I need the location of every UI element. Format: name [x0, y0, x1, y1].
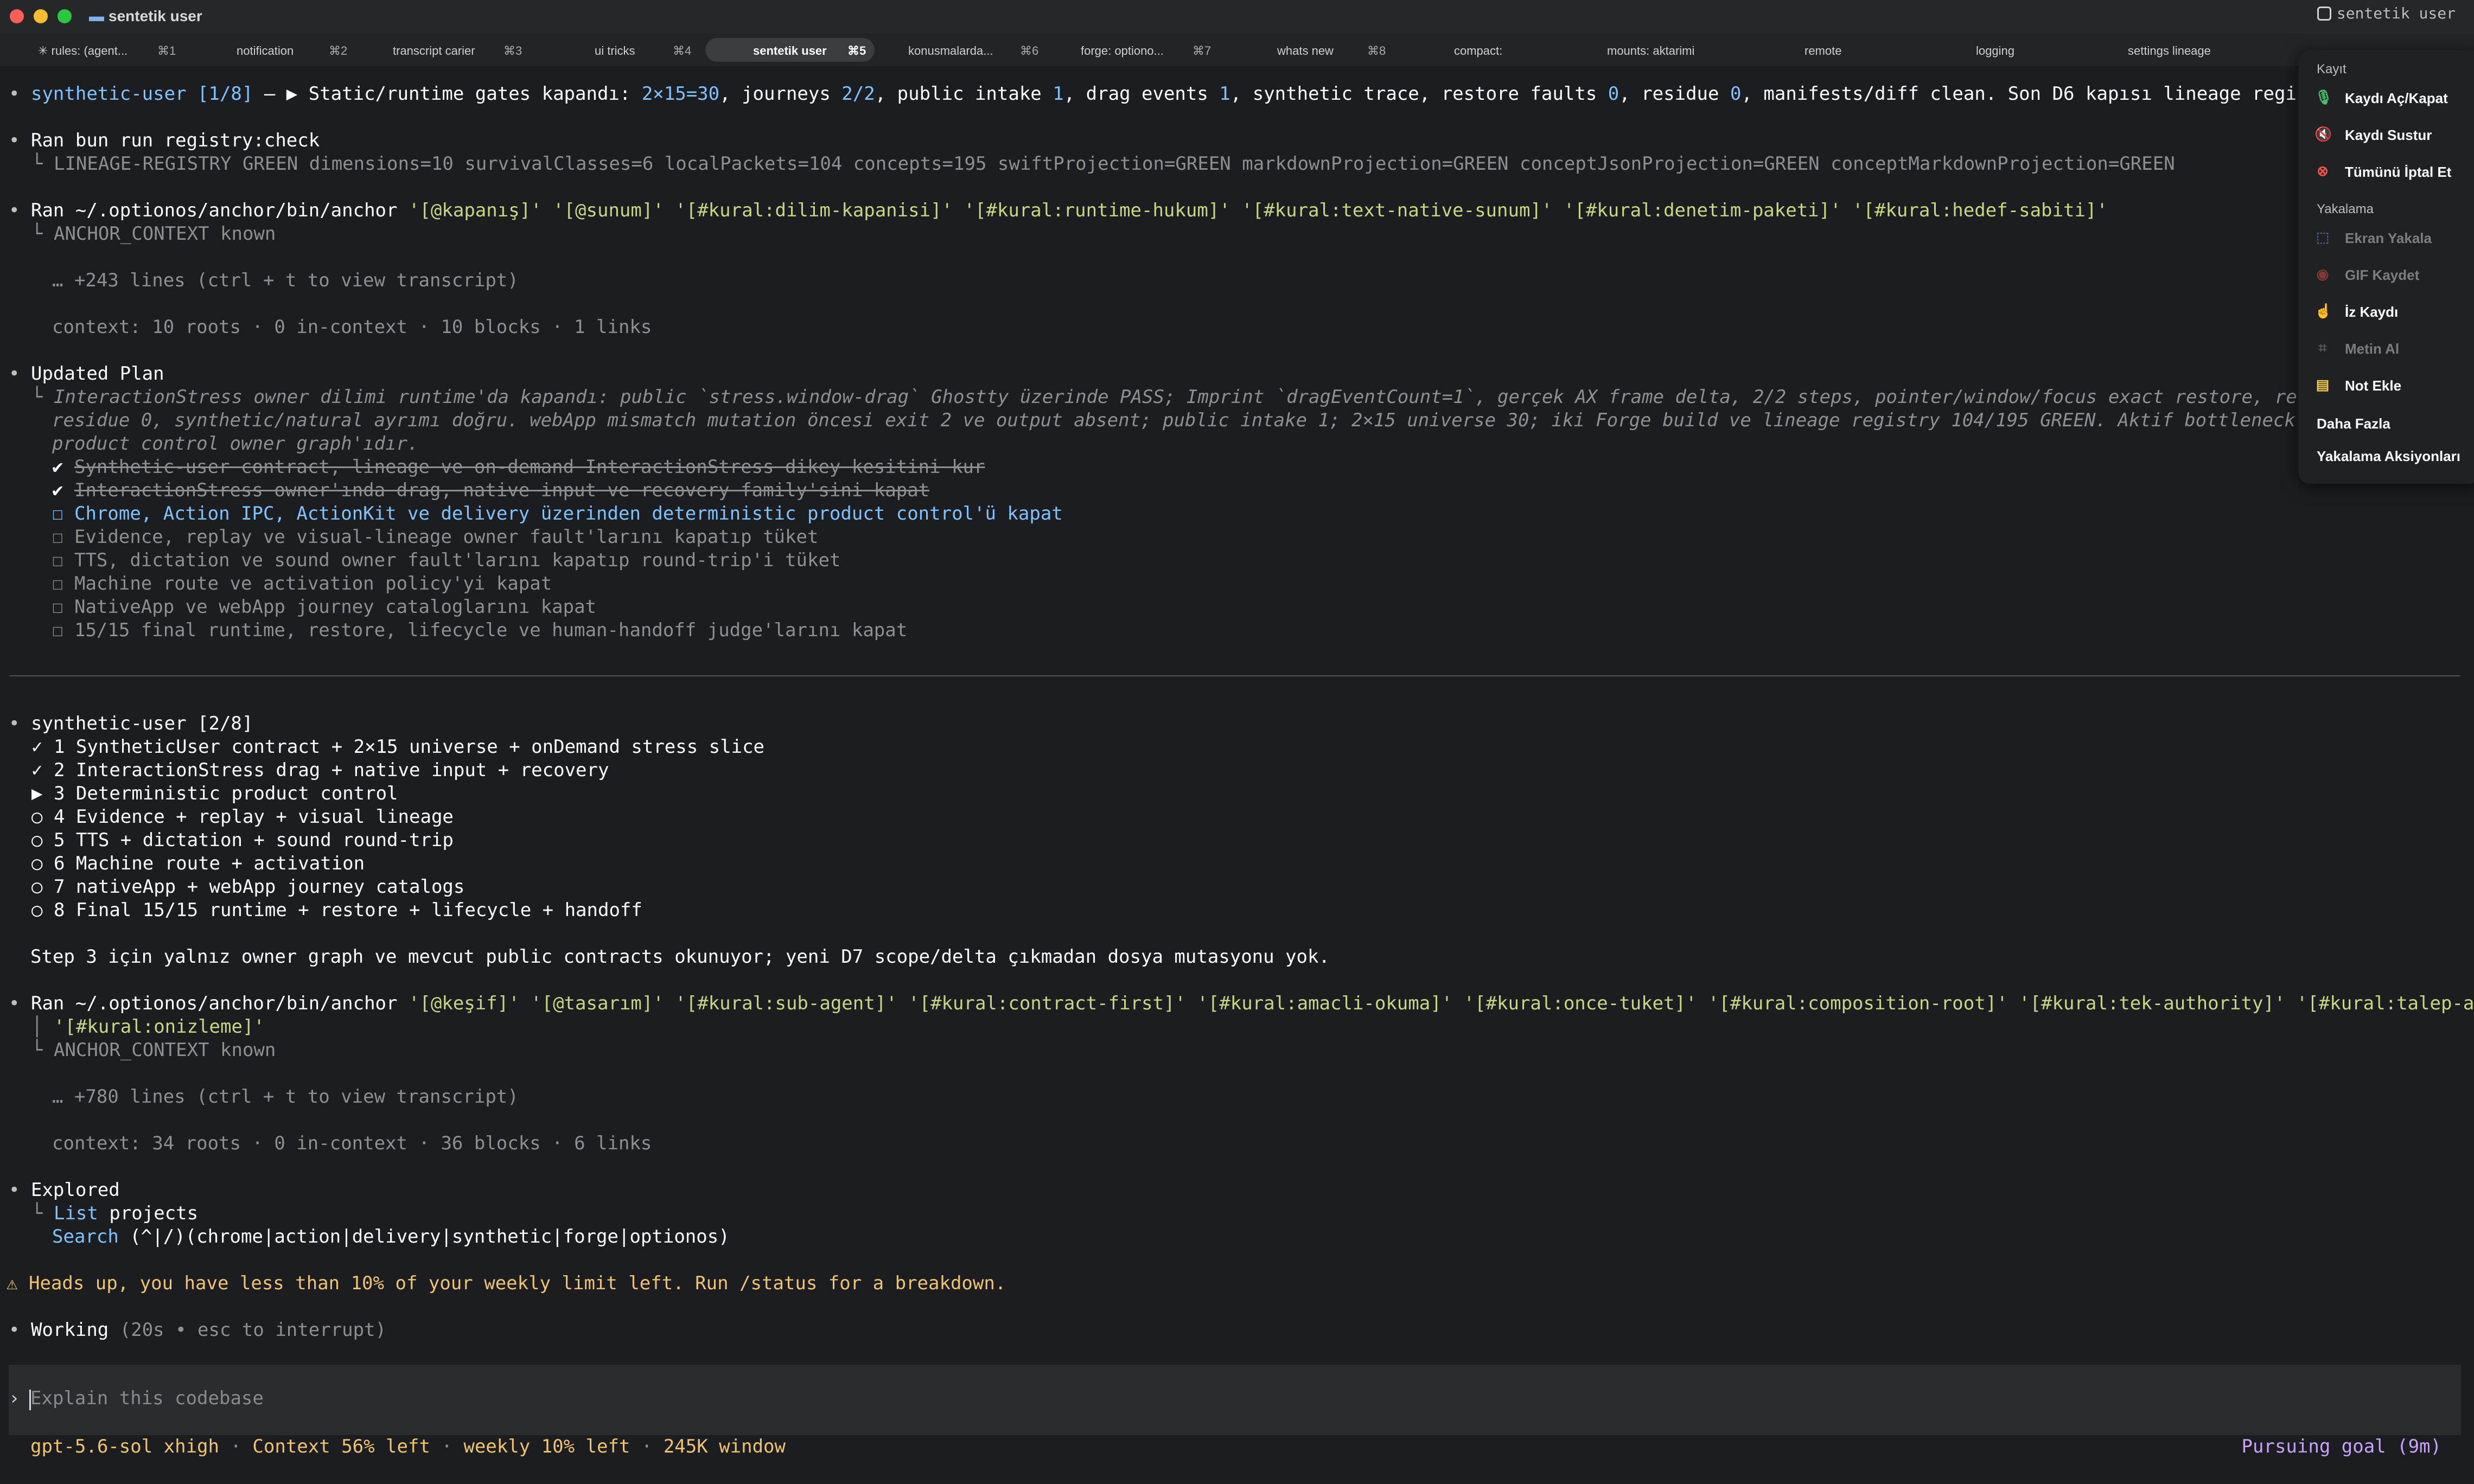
plan-item-1: ✔ Synthetic-user contract, lineage ve on… — [52, 456, 985, 478]
tab-mounts-aktarimi[interactable]: mounts: aktarimi — [1607, 38, 1726, 62]
cancel-icon: ⊗ — [2317, 163, 2329, 179]
ran-anchor-2-context: context: 34 roots · 0 in-context · 36 bl… — [52, 1133, 652, 1154]
explored-search: Search (^|/)(chrome|action|delivery|synt… — [52, 1226, 730, 1248]
progress-header: • synthetic-user [2/8] — [9, 713, 253, 734]
tab-konusmalarda[interactable]: konusmalarda... ⌘6 — [907, 38, 1043, 62]
progress-step-8: ○ 8 Final 15/15 runtime + restore + life… — [31, 899, 642, 921]
warning-icon: ⚠ — [7, 1272, 18, 1294]
progress-step-3: ▶ 3 Deterministic product control — [31, 783, 398, 804]
plan-item-3: ☐ Chrome, Action IPC, ActionKit ve deliv… — [52, 503, 1063, 524]
progress-step-2: ✓ 2 InteractionStress drag + native inpu… — [31, 759, 609, 781]
mute-icon: 🔇 — [2314, 126, 2332, 142]
plan-item-2: ✔ InteractionStress owner'ında drag, nat… — [52, 479, 930, 501]
progress-step-6: ○ 6 Machine route + activation — [31, 853, 365, 874]
progress-step-7: ○ 7 nativeApp + webApp journey catalogs — [31, 876, 465, 898]
tab-sentetik-user[interactable]: sentetik user ⌘5 — [705, 38, 875, 62]
prompt-caret: › — [9, 1387, 20, 1409]
minimize-window-button[interactable] — [34, 9, 48, 23]
ran-anchor-1-context: context: 10 roots · 0 in-context · 10 bl… — [52, 316, 652, 338]
footer-status: gpt-5.6-sol xhigh · Context 56% left · w… — [30, 1436, 786, 1457]
window-title: ▬ sentetik user — [89, 8, 202, 24]
system-user-indicator[interactable]: sentetik user — [2317, 4, 2456, 22]
title-bar: ▬ sentetik user sentetik user — [0, 0, 2474, 34]
tab-notification[interactable]: notification ⌘2 — [234, 38, 354, 62]
tab-rules[interactable]: ✳ rules: (agent... ⌘1 — [38, 38, 184, 62]
updated-plan-header: • Updated Plan — [9, 363, 164, 385]
prompt-placeholder: Explain this codebase — [30, 1387, 264, 1409]
menu-item-capture-actions[interactable]: Yakalama Aksiyonları — [2317, 443, 2474, 470]
status-line: • synthetic-user [1/8] — ▶ Static/runtim… — [9, 83, 2352, 105]
explored-list: └ List projects — [31, 1202, 199, 1224]
ran-anchor-2: • Ran ~/.optionos/anchor/bin/anchor '[@k… — [9, 993, 2474, 1014]
menu-item-cancel-all[interactable]: ⊗ Tümünü İptal Et — [2314, 158, 2474, 186]
zoom-window-button[interactable] — [58, 9, 72, 23]
ran-registry-output: └ LINEAGE-REGISTRY GREEN dimensions=10 s… — [31, 153, 2175, 175]
ran-anchor-2-args-cont: │ '[#kural:onizleme]' — [31, 1016, 265, 1038]
ran-anchor-1-more: … +243 lines (ctrl + t to view transcrip… — [52, 270, 519, 291]
progress-step-1: ✓ 1 SyntheticUser contract + 2×15 univer… — [31, 736, 765, 758]
ran-anchor-1-output: └ ANCHOR_CONTEXT known — [31, 223, 276, 245]
ran-registry-check: • Ran bun run registry:check — [9, 130, 320, 151]
plan-note-3: product control owner graph'ıdır. — [52, 433, 419, 455]
tab-compact[interactable]: compact: — [1454, 38, 1535, 62]
record-gif-icon: ◉ — [2316, 266, 2329, 282]
ran-anchor-1: • Ran ~/.optionos/anchor/bin/anchor '[@k… — [9, 200, 2108, 221]
divider — [10, 675, 2460, 676]
goal-status: Pursuing goal (9m) — [2241, 1436, 2441, 1457]
text-capture-icon: ⌗ — [2318, 340, 2327, 356]
menu-section-more: Daha Fazla — [2317, 415, 2390, 432]
menu-section-capture: Yakalama — [2317, 202, 2374, 216]
plan-item-7: ☐ NativeApp ve webApp journey cataloglar… — [52, 596, 597, 618]
working-status: • Working (20s • esc to interrupt) — [9, 1319, 387, 1341]
app-logo-icon — [2317, 7, 2331, 21]
ran-anchor-2-output: └ ANCHOR_CONTEXT known — [31, 1039, 276, 1061]
plan-item-8: ☐ 15/15 final runtime, restore, lifecycl… — [52, 619, 908, 641]
plan-item-4: ☐ Evidence, replay ve visual-lineage own… — [52, 526, 819, 548]
menu-item-mute-recording[interactable]: 🔇 Kaydı Sustur — [2314, 121, 2474, 149]
microphone-icon: 🎙 — [2314, 89, 2333, 105]
progress-step-4: ○ 4 Evidence + replay + visual lineage — [31, 806, 454, 828]
weekly-limit-warning: ⚠ Heads up, you have less than 10% of yo… — [7, 1272, 1006, 1294]
screen-capture-icon: ⬚ — [2316, 229, 2330, 245]
note-icon: ▤ — [2316, 376, 2330, 393]
menu-item-capture-text[interactable]: ⌗ Metin Al — [2314, 335, 2474, 362]
plan-item-6: ☐ Machine route ve activation policy'yi … — [52, 573, 552, 594]
close-window-button[interactable] — [10, 9, 24, 23]
explored-header: • Explored — [9, 1179, 120, 1201]
menu-item-screen-capture[interactable]: ⬚ Ekran Yakala — [2314, 225, 2474, 252]
tab-ui-tricks[interactable]: ui tricks ⌘4 — [592, 38, 701, 62]
tab-remote[interactable]: remote — [1805, 38, 1870, 62]
tab-bar: ✳ rules: (agent... ⌘1 notification ⌘2 tran… — [0, 34, 2474, 66]
tab-forge-optiono[interactable]: forge: optiono... ⌘7 — [1080, 38, 1215, 62]
plan-note-1: └ InteractionStress owner dilimi runtime… — [31, 386, 2353, 408]
folder-icon: ▬ — [89, 8, 104, 24]
prompt-input[interactable]: › Explain this codebase — [9, 1365, 2461, 1435]
menu-item-toggle-recording[interactable]: 🎙 Kaydı Aç/Kapat — [2314, 85, 2474, 112]
progress-note: Step 3 için yalnız owner graph ve mevcut… — [30, 946, 1330, 968]
ran-anchor-2-more: … +780 lines (ctrl + t to view transcrip… — [52, 1086, 519, 1108]
capture-menu: Kayıt 🎙 Kaydı Aç/Kapat 🔇 Kaydı Sustur ⊗ … — [2298, 50, 2474, 484]
menu-item-trace-record[interactable]: ☝ İz Kaydı — [2314, 298, 2474, 325]
tab-settings-lineage[interactable]: settings lineage — [2128, 38, 2247, 62]
menu-section-record: Kayıt — [2317, 62, 2347, 76]
plan-item-5: ☐ TTS, dictation ve sound owner fault'la… — [52, 549, 841, 571]
tab-transcript-carier[interactable]: transcript carier ⌘3 — [391, 38, 526, 62]
tab-whats-new[interactable]: whats new ⌘8 — [1277, 38, 1391, 62]
plan-note-2: residue 0, synthetic/natural ayrımı doğr… — [52, 410, 2351, 431]
menu-item-add-note[interactable]: ▤ Not Ekle — [2314, 372, 2474, 399]
progress-step-5: ○ 5 TTS + dictation + sound round-trip — [31, 829, 454, 851]
menu-item-record-gif[interactable]: ◉ GIF Kaydet — [2314, 261, 2474, 289]
tab-logging[interactable]: logging — [1976, 38, 2041, 62]
trace-icon: ☝ — [2314, 303, 2332, 319]
